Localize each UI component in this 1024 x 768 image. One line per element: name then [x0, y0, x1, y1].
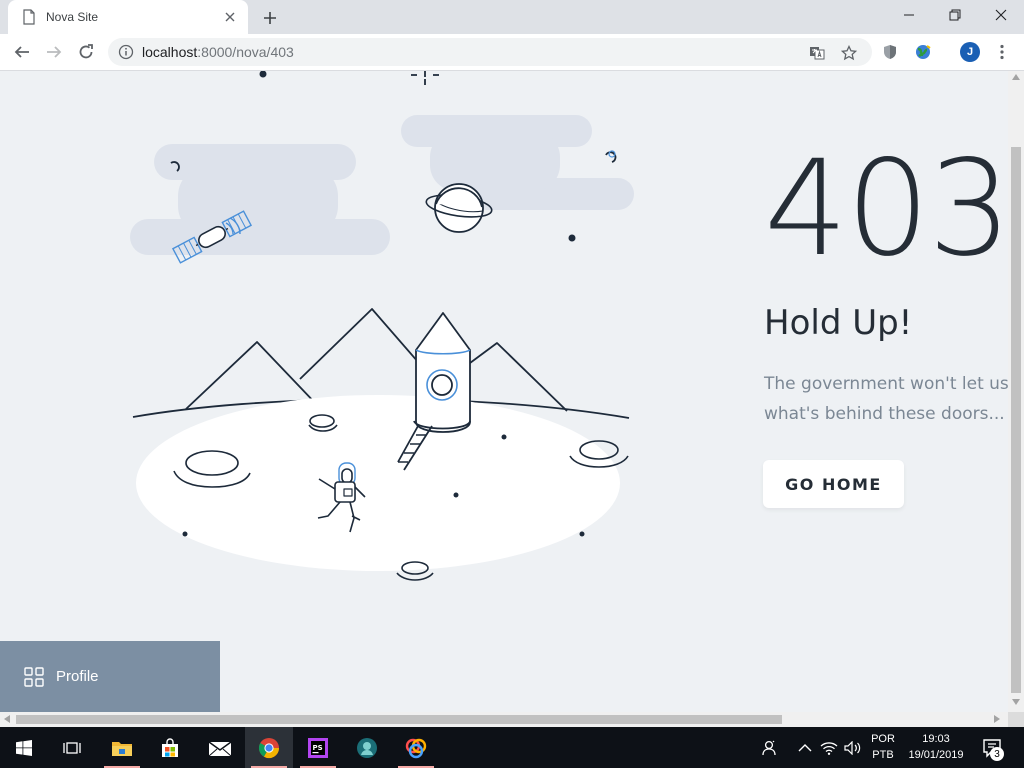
cloud-left	[130, 144, 390, 255]
moon-illustration	[130, 71, 634, 581]
horizontal-scroll-thumb[interactable]	[16, 715, 782, 724]
info-icon[interactable]	[118, 44, 134, 60]
scroll-right-icon[interactable]	[994, 715, 1000, 723]
scroll-up-icon[interactable]	[1012, 74, 1020, 80]
language-code: POR	[871, 733, 895, 745]
keyboard-layout: PTB	[872, 749, 894, 761]
task-view-icon[interactable]	[48, 727, 96, 768]
chrome-icon[interactable]	[245, 727, 293, 768]
back-icon[interactable]	[10, 40, 34, 64]
translate-icon[interactable]	[808, 44, 826, 62]
people-icon[interactable]	[758, 737, 780, 759]
star-icon[interactable]	[840, 44, 858, 62]
clock-date: 19/01/2019	[908, 749, 964, 761]
wifi-icon[interactable]	[818, 737, 840, 759]
globe-icon[interactable]	[913, 42, 933, 62]
notification-badge: 3	[990, 747, 1004, 761]
doc-icon	[23, 9, 35, 25]
close-icon[interactable]	[222, 9, 238, 25]
system-clock[interactable]: 19:03 19/01/2019	[904, 731, 968, 763]
folder-icon[interactable]	[98, 727, 146, 768]
window-close-icon[interactable]	[978, 0, 1024, 30]
grid-icon	[24, 666, 44, 687]
avatar[interactable]: J	[960, 42, 980, 62]
browser-tab[interactable]: Nova Site	[8, 0, 248, 34]
error-message: The government won't let us show you wha…	[764, 369, 1008, 429]
windows-icon[interactable]	[0, 727, 48, 768]
app-icon[interactable]	[343, 727, 391, 768]
chevron-up-icon[interactable]	[794, 737, 816, 759]
vertical-scrollbar[interactable]	[1008, 71, 1024, 712]
mail-icon[interactable]	[196, 727, 244, 768]
profile-menu[interactable]: Profile	[0, 641, 220, 712]
url-text: localhost:8000/nova/403	[142, 44, 294, 60]
page-viewport: 403 Hold Up! The government won't let us…	[0, 71, 1008, 712]
scroll-down-icon[interactable]	[1012, 699, 1020, 705]
menu-dots-icon[interactable]	[994, 42, 1010, 62]
url-path: :8000/nova/403	[197, 44, 294, 60]
phpstorm-icon[interactable]: PS	[294, 727, 342, 768]
address-bar[interactable]: localhost:8000/nova/403	[108, 38, 872, 66]
browser-tab-bar: Nova Site	[0, 0, 1024, 34]
plus-icon[interactable]	[259, 7, 281, 29]
shield-icon[interactable]	[880, 42, 900, 62]
vertical-scroll-thumb[interactable]	[1011, 147, 1021, 693]
profile-label: Profile	[56, 668, 99, 685]
tab-title: Nova Site	[46, 10, 99, 24]
go-home-button[interactable]: GO HOME	[763, 460, 904, 508]
star-dot	[259, 71, 267, 78]
svg-text:PS: PS	[313, 744, 323, 752]
reload-icon[interactable]	[74, 40, 98, 64]
store-icon[interactable]	[146, 727, 194, 768]
page-title: Hold Up!	[764, 303, 913, 343]
input-language[interactable]: POR PTB	[868, 731, 898, 763]
horizontal-scrollbar[interactable]	[0, 712, 1008, 727]
star-dot	[568, 234, 576, 242]
minimize-icon[interactable]	[886, 0, 932, 30]
browser-toolbar: localhost:8000/nova/403	[0, 34, 1024, 71]
url-host: localhost	[142, 44, 198, 60]
colorful-app-icon[interactable]	[392, 727, 440, 768]
error-message-line: what's behind these doors...	[764, 404, 1005, 424]
moon-surface	[136, 395, 620, 571]
restore-icon[interactable]	[932, 0, 978, 30]
sparkle	[411, 71, 439, 85]
windows-taskbar: PS POR PTB 19:03 19/01/2019 3	[0, 727, 1024, 768]
volume-icon[interactable]	[842, 737, 864, 759]
clock-time: 19:03	[922, 733, 950, 745]
scroll-left-icon[interactable]	[4, 715, 10, 723]
error-message-line: The government won't let us show you	[764, 374, 1008, 394]
scrollbar-corner	[1008, 712, 1024, 727]
error-code: 403	[764, 132, 1008, 286]
forward-icon[interactable]	[42, 40, 66, 64]
